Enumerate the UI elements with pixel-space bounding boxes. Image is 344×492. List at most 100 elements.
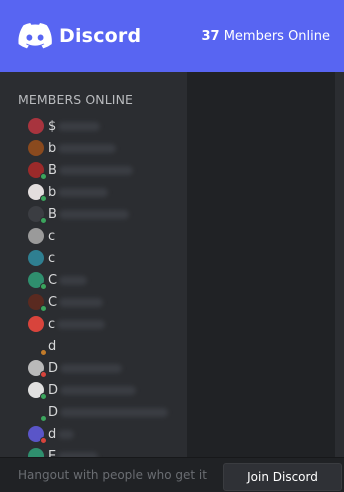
member-name-initial: c [48,228,56,244]
member-name-initial: c [48,316,56,332]
member-name: C [48,294,104,310]
member-avatar [28,140,44,156]
member-avatar [28,316,44,332]
member-name-initial: d [48,426,57,442]
member-name-redacted [59,275,88,285]
member-avatar [28,162,47,180]
member-avatar [28,448,44,457]
status-indicator [40,305,47,312]
widget-body: MEMBERS ONLINE $ b Bb Bc c C Cc d D D Dd E [0,72,344,457]
member-item[interactable]: b [28,137,188,159]
member-item[interactable]: c [28,225,188,247]
member-name-redacted [60,407,169,417]
member-avatar [28,184,47,202]
member-name-initial: D [48,360,59,376]
status-indicator [40,195,47,202]
member-avatar [28,206,47,224]
member-name: D [48,382,137,398]
member-avatar [28,250,44,266]
member-item[interactable]: B [28,203,188,225]
member-name-initial: d [48,338,57,354]
member-avatar [28,360,47,378]
member-avatar [28,272,47,290]
member-name-redacted [58,209,129,219]
discord-logo[interactable]: Discord [18,23,141,49]
brand-name: Discord [59,25,142,47]
member-name-redacted [60,385,137,395]
member-name-initial: D [48,382,59,398]
member-item[interactable]: D [28,379,188,401]
member-name: b [48,184,109,200]
member-item[interactable]: d [28,335,188,357]
status-indicator [40,283,47,290]
member-item[interactable]: B [28,159,188,181]
status-indicator [40,173,47,180]
member-item[interactable]: c [28,313,188,335]
member-name-initial: $ [48,118,57,134]
member-item[interactable]: b [28,181,188,203]
member-name-initial: b [48,184,57,200]
member-name: c [48,229,55,244]
member-name-initial: B [48,206,57,222]
widget-footer: Hangout with people who get it Join Disc… [0,457,344,492]
member-avatar [28,404,47,422]
member-name: B [48,207,129,222]
member-avatar [28,228,44,244]
member-item[interactable]: D [28,401,188,423]
widget-header: Discord 37 Members Online [0,0,344,72]
member-name: b [48,140,117,156]
member-item[interactable]: c [28,247,188,269]
member-item[interactable]: D [28,357,188,379]
member-name-redacted [58,165,133,175]
status-indicator [40,415,47,422]
join-discord-button[interactable]: Join Discord [223,463,342,491]
member-name: E [48,448,99,458]
member-item[interactable]: C [28,269,188,291]
member-name-initial: C [48,272,58,288]
online-count-number: 37 [201,28,220,44]
member-name: D [48,405,169,420]
online-count-label: Members Online [223,28,330,44]
member-name-redacted [58,187,109,197]
online-count: 37 Members Online [201,29,330,44]
member-avatar [28,294,47,312]
member-name: C [48,272,88,288]
member-item[interactable]: $ [28,115,188,137]
member-name: B [48,163,133,178]
member-list: $ b Bb Bc c C Cc d D D Dd E [28,115,188,457]
member-name: c [48,316,106,332]
member-avatar [28,118,44,134]
member-name: D [48,360,123,376]
member-name-redacted [60,363,123,373]
members-online-heading: MEMBERS ONLINE [18,92,134,107]
member-name-initial: c [48,250,56,266]
discord-logo-icon [18,23,52,49]
member-avatar [28,382,47,400]
member-name-redacted [58,121,101,131]
member-name-initial: b [48,140,57,156]
member-avatar [28,426,47,444]
member-name-initial: E [48,448,57,458]
status-indicator [40,371,47,378]
member-name: c [48,251,55,266]
member-name-redacted [57,319,106,329]
footer-tagline: Hangout with people who get it [18,468,207,482]
member-avatar [28,338,47,356]
channel-panel [187,72,335,457]
member-name: $ [48,118,101,134]
member-name: d [48,339,56,354]
status-indicator [40,349,47,356]
status-indicator [40,437,47,444]
member-item[interactable]: d [28,423,188,445]
member-name-redacted [58,143,117,153]
member-name-redacted [58,429,75,439]
member-item[interactable]: C [28,291,188,313]
member-item[interactable]: E [28,445,188,457]
scrollbar[interactable] [336,72,342,457]
member-name-redacted [59,297,104,307]
member-name-initial: C [48,294,58,310]
member-name: d [48,426,75,442]
member-name-initial: B [48,162,57,178]
status-indicator [40,393,47,400]
status-indicator [40,217,47,224]
